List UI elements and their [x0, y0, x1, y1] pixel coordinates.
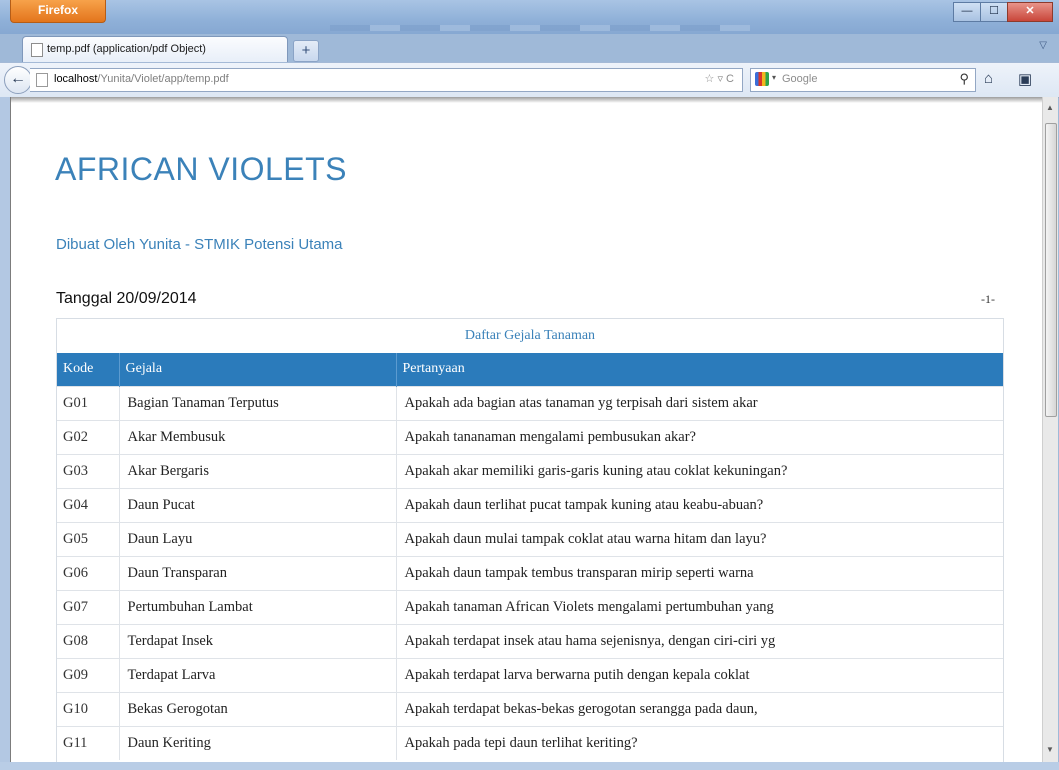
window-left-frame — [0, 97, 10, 762]
table-row: G10 Bekas Gerogotan Apakah terdapat bekas-… — [57, 691, 1003, 726]
new-tab-button[interactable]: + — [293, 40, 319, 62]
cell-pertanyaan: Apakah ada bagian atas tanaman yg terpis… — [396, 385, 1003, 420]
scroll-up-icon[interactable]: ▲ — [1046, 103, 1054, 112]
search-icon[interactable]: ⚲ — [959, 71, 969, 87]
table-row: G07 Pertumbuhan Lambat Apakah tanaman Afri… — [57, 589, 1003, 624]
cell-gejala: Pertumbuhan Lambat — [119, 589, 397, 624]
scrollbar-thumb[interactable] — [1045, 123, 1057, 417]
back-arrow-icon[interactable]: ← — [4, 66, 32, 94]
cell-pertanyaan: Apakah pada tepi daun terlihat keriting? — [396, 725, 1003, 760]
titlebar-blur — [330, 25, 750, 31]
cell-gejala: Terdapat Insek — [119, 623, 397, 658]
symptom-table: Kode Gejala Pertanyaan G01 Bagian Tanaman… — [57, 353, 1003, 760]
cell-kode: G05 — [57, 521, 120, 556]
tab-title: temp.pdf (application/pdf Object) — [47, 43, 206, 55]
search-input[interactable]: Google — [782, 73, 817, 85]
window-controls: — ☐ ✕ — [953, 2, 1053, 22]
cell-kode: G11 — [57, 725, 120, 760]
page-menu-icon[interactable]: ▣ — [1018, 70, 1032, 88]
table-row: G09 Terdapat Larva Apakah terdapat larva b… — [57, 657, 1003, 692]
scroll-down-icon[interactable]: ▼ — [1046, 745, 1054, 754]
site-identity-icon[interactable] — [36, 73, 48, 87]
table-row: G02 Akar Membusuk Apakah tananaman mengala… — [57, 419, 1003, 454]
window-bottom-frame — [0, 762, 1059, 770]
search-engine-icon[interactable] — [755, 72, 769, 86]
cell-kode: G04 — [57, 487, 120, 522]
table-row: G08 Terdapat Insek Apakah terdapat insek a… — [57, 623, 1003, 658]
cell-kode: G06 — [57, 555, 120, 590]
cell-gejala: Daun Transparan — [119, 555, 397, 590]
table-caption: Daftar Gejala Tanaman — [464, 328, 596, 343]
vertical-scrollbar[interactable]: ▲ ▼ — [1042, 97, 1058, 762]
cell-pertanyaan: Apakah daun mulai tampak coklat atau war… — [396, 521, 1003, 556]
document-subtitle: Dibuat Oleh Yunita - STMIK Potensi Utama — [56, 236, 343, 253]
cell-gejala: Daun Pucat — [119, 487, 397, 522]
header-pertanyaan: Pertanyaan — [402, 361, 465, 377]
bookmark-star-icon[interactable]: ☆ — [705, 73, 715, 85]
table-row: G05 Daun Layu Apakah daun mulai tampak cok… — [57, 521, 1003, 556]
table-row: G03 Akar Bergaris Apakah akar memiliki gar… — [57, 453, 1003, 488]
cell-kode: G02 — [57, 419, 120, 454]
cell-pertanyaan: Apakah tananaman mengalami pembusukan ak… — [396, 419, 1003, 454]
table-header-row: Kode Gejala Pertanyaan — [57, 353, 1003, 386]
table-body: G01 Bagian Tanaman Terputus Apakah ada bag… — [57, 385, 1003, 760]
document-date: Tanggal 20/09/2014 — [56, 290, 197, 307]
cell-pertanyaan: Apakah akar memiliki garis-garis kuning … — [396, 453, 1003, 488]
cell-kode: G03 — [57, 453, 120, 488]
cell-gejala: Bagian Tanaman Terputus — [119, 385, 397, 420]
maximize-button[interactable]: ☐ — [980, 2, 1007, 22]
cell-gejala: Terdapat Larva — [119, 657, 397, 692]
header-kode: Kode — [57, 353, 120, 386]
url-text[interactable]: localhost/Yunita/Violet/app/temp.pdf — [54, 73, 229, 85]
cell-pertanyaan: Apakah daun tampak tembus transparan mir… — [396, 555, 1003, 590]
cell-kode: G08 — [57, 623, 120, 658]
cell-gejala: Akar Bergaris — [119, 453, 397, 488]
cell-kode: G09 — [57, 657, 120, 692]
table-row: G06 Daun Transparan Apakah daun tampak tem… — [57, 555, 1003, 590]
cell-kode: G10 — [57, 691, 120, 726]
cell-gejala: Bekas Gerogotan — [119, 691, 397, 726]
cell-pertanyaan: Apakah terdapat bekas-bekas gerogotan se… — [396, 691, 1003, 726]
chevron-down-icon[interactable]: ▾ — [772, 73, 776, 82]
cell-gejala: Akar Membusuk — [119, 419, 397, 454]
cell-kode: G01 — [57, 385, 120, 420]
table-row: G11 Daun Keriting Apakah pada tepi daun te… — [57, 725, 1003, 760]
cell-gejala: Daun Layu — [119, 521, 397, 556]
urlbar-actions: ☆ ▿ C — [705, 72, 734, 85]
symptom-table-container: Daftar Gejala Tanaman Kode Gejala Pertan… — [56, 318, 1004, 762]
document-title: AFRICAN VIOLETS — [55, 151, 347, 187]
tab-list-icon[interactable]: ▽ — [1039, 40, 1047, 51]
header-gejala: Gejala — [119, 353, 397, 386]
pdf-viewport: AFRICAN VIOLETS Dibuat Oleh Yunita - STM… — [10, 97, 1043, 762]
table-row: G01 Bagian Tanaman Terputus Apakah ada bag… — [57, 385, 1003, 420]
search-bar[interactable]: ▾ Google ⚲ — [750, 68, 976, 92]
page-icon — [31, 43, 43, 57]
window-titlebar: Firefox — ☐ ✕ — [0, 0, 1059, 34]
cell-pertanyaan: Apakah daun terlihat pucat tampak kuning… — [396, 487, 1003, 522]
dropdown-icon[interactable]: ▿ — [717, 73, 723, 85]
tab-temp-pdf[interactable]: temp.pdf (application/pdf Object) — [22, 36, 288, 63]
cell-pertanyaan: Apakah tanaman African Violets mengalami… — [396, 589, 1003, 624]
minimize-button[interactable]: — — [953, 2, 980, 22]
cell-kode: G07 — [57, 589, 120, 624]
viewport-shadow — [11, 97, 1043, 103]
page-number: -1- — [981, 292, 995, 306]
close-button[interactable]: ✕ — [1007, 2, 1053, 22]
firefox-menu-button[interactable]: Firefox — [10, 0, 106, 23]
cell-pertanyaan: Apakah terdapat insek atau hama sejenisn… — [396, 623, 1003, 658]
cell-pertanyaan: Apakah terdapat larva berwarna putih den… — [396, 657, 1003, 692]
cell-gejala: Daun Keriting — [119, 725, 397, 760]
address-bar[interactable]: localhost/Yunita/Violet/app/temp.pdf ☆ ▿… — [30, 68, 743, 92]
table-row: G04 Daun Pucat Apakah daun terlihat pucat … — [57, 487, 1003, 522]
navigation-bar: ← localhost/Yunita/Violet/app/temp.pdf ☆… — [0, 62, 1059, 98]
reload-icon[interactable]: C — [726, 73, 734, 85]
home-icon[interactable]: ⌂ — [984, 70, 993, 87]
